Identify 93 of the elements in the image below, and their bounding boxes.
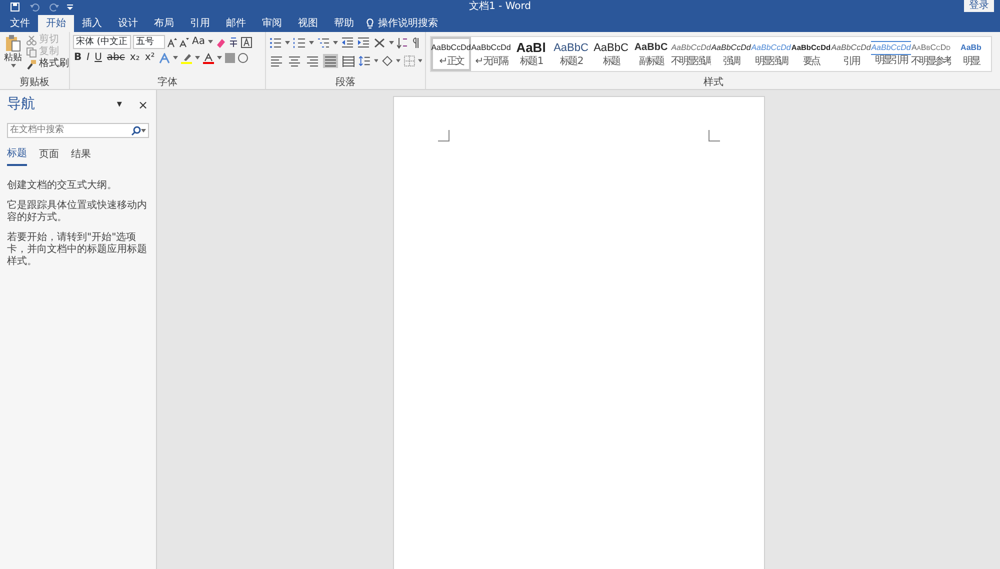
group-label: 样式 bbox=[702, 77, 724, 89]
copy-icon bbox=[26, 46, 37, 58]
align-button[interactable] bbox=[305, 54, 320, 68]
format-button[interactable]: B bbox=[73, 52, 83, 64]
align-icon bbox=[270, 55, 283, 67]
paintbrush-icon bbox=[26, 58, 37, 70]
align-button[interactable] bbox=[287, 54, 302, 68]
ribbon-tab[interactable]: 布局 bbox=[146, 15, 182, 32]
search-icon bbox=[131, 126, 141, 136]
style-gallery-item[interactable]: AaBbCcDd ↵ 正文 bbox=[431, 37, 471, 71]
format-painter-button[interactable]: 格式刷 bbox=[25, 58, 70, 70]
group-label: 剪贴板 bbox=[18, 77, 50, 89]
caret-icon bbox=[374, 59, 378, 63]
caret-icon bbox=[208, 40, 213, 44]
corner-mark bbox=[708, 130, 720, 142]
text-effects-icon bbox=[158, 52, 170, 64]
lightbulb-icon bbox=[366, 18, 374, 29]
ribbon-tab[interactable]: 审阅 bbox=[254, 15, 290, 32]
caret-icon bbox=[172, 56, 178, 60]
ribbon-tab[interactable]: 帮助 bbox=[326, 15, 362, 32]
corner-mark bbox=[438, 130, 450, 142]
enclosed-character-icon bbox=[238, 53, 248, 63]
close-button[interactable]: × bbox=[136, 98, 149, 110]
search-box[interactable]: 在文档中搜索 bbox=[7, 123, 149, 138]
format-button[interactable]: x² bbox=[144, 52, 156, 64]
change-case-button[interactable]: Aa bbox=[191, 36, 206, 48]
increase-indent-icon bbox=[357, 37, 370, 49]
ribbon-tab[interactable]: 插入 bbox=[74, 15, 110, 32]
character-shading-icon bbox=[224, 53, 235, 63]
bullets-icon bbox=[269, 37, 282, 49]
grow-font-icon bbox=[167, 36, 177, 48]
font-name-dropdown[interactable]: 宋体 (中文正 bbox=[73, 35, 131, 49]
help-text: 它是跟踪具体位置或快速移动内容的好方式。 bbox=[7, 200, 148, 224]
window-title: 文档1 - Word bbox=[468, 0, 532, 14]
caret-icon bbox=[285, 41, 290, 45]
ribbon-tab[interactable]: 开始 bbox=[38, 15, 74, 32]
pane-menu-button[interactable]: ▾ bbox=[116, 98, 123, 110]
eraser-icon bbox=[214, 36, 226, 48]
search-field[interactable]: 在文档中搜索 bbox=[10, 124, 131, 138]
caret-icon bbox=[333, 41, 338, 45]
font-color-icon bbox=[202, 52, 214, 64]
show-marks-icon bbox=[411, 37, 420, 49]
font-size-dropdown[interactable]: 五号 bbox=[133, 35, 165, 49]
group-label: 段落 bbox=[334, 77, 356, 89]
format-button[interactable]: I bbox=[86, 52, 91, 64]
align-icon bbox=[324, 55, 337, 67]
redo-icon bbox=[49, 2, 59, 12]
format-button[interactable]: U bbox=[94, 52, 103, 64]
save-icon bbox=[10, 2, 20, 12]
group-label: 字体 bbox=[156, 77, 178, 89]
sort-icon bbox=[397, 37, 408, 49]
pane-tab[interactable]: 结果 bbox=[71, 146, 91, 166]
align-button[interactable] bbox=[323, 54, 338, 68]
shrink-font-icon bbox=[179, 36, 189, 48]
caret-icon bbox=[309, 41, 314, 45]
align-icon bbox=[288, 55, 301, 67]
caret-icon bbox=[418, 59, 422, 63]
undo-icon bbox=[30, 2, 40, 12]
character-border-icon bbox=[240, 36, 252, 48]
ribbon-tab[interactable]: 视图 bbox=[290, 15, 326, 32]
caret-icon bbox=[396, 59, 401, 63]
format-button[interactable]: abc bbox=[106, 52, 126, 64]
borders-icon bbox=[404, 55, 414, 67]
decrease-indent-icon bbox=[341, 37, 354, 49]
pane-title: 导航 bbox=[7, 95, 35, 114]
caret-icon bbox=[389, 41, 394, 45]
caret-icon bbox=[10, 64, 16, 68]
align-icon bbox=[306, 55, 319, 67]
format-button[interactable]: x₂ bbox=[128, 52, 141, 64]
ribbon-tab[interactable]: 引用 bbox=[182, 15, 218, 32]
help-text: 创建文档的交互式大纲。 bbox=[7, 180, 118, 192]
line-spacing-icon bbox=[359, 55, 371, 67]
ribbon-tab[interactable]: 邮件 bbox=[218, 15, 254, 32]
sign-in-button[interactable]: 登录 bbox=[964, 0, 994, 12]
caret-icon bbox=[216, 56, 222, 60]
caret-icon bbox=[141, 128, 146, 132]
multilevel-list-icon bbox=[317, 37, 330, 49]
align-button[interactable] bbox=[341, 54, 356, 68]
ribbon-tab[interactable]: 设计 bbox=[110, 15, 146, 32]
scissors-icon bbox=[26, 34, 37, 46]
pane-tab[interactable]: 标题 bbox=[7, 146, 27, 166]
numbering-icon bbox=[293, 37, 306, 49]
align-icon bbox=[342, 55, 355, 67]
highlighter-icon bbox=[180, 52, 192, 64]
caret-icon bbox=[194, 56, 200, 60]
tell-me-search[interactable]: 操作说明搜索 bbox=[378, 16, 438, 31]
paste-button[interactable]: 粘贴 bbox=[3, 34, 23, 77]
ribbon-tab[interactable]: 文件 bbox=[2, 15, 38, 32]
customize-toolbar-icon bbox=[66, 3, 74, 11]
help-text: 若要开始，请转到"开始"选项卡，并向文档中的标题应用标题样式。 bbox=[7, 232, 148, 268]
align-button[interactable] bbox=[269, 54, 284, 68]
pane-tab[interactable]: 页面 bbox=[39, 146, 59, 166]
phonetic-guide-icon bbox=[228, 36, 239, 48]
